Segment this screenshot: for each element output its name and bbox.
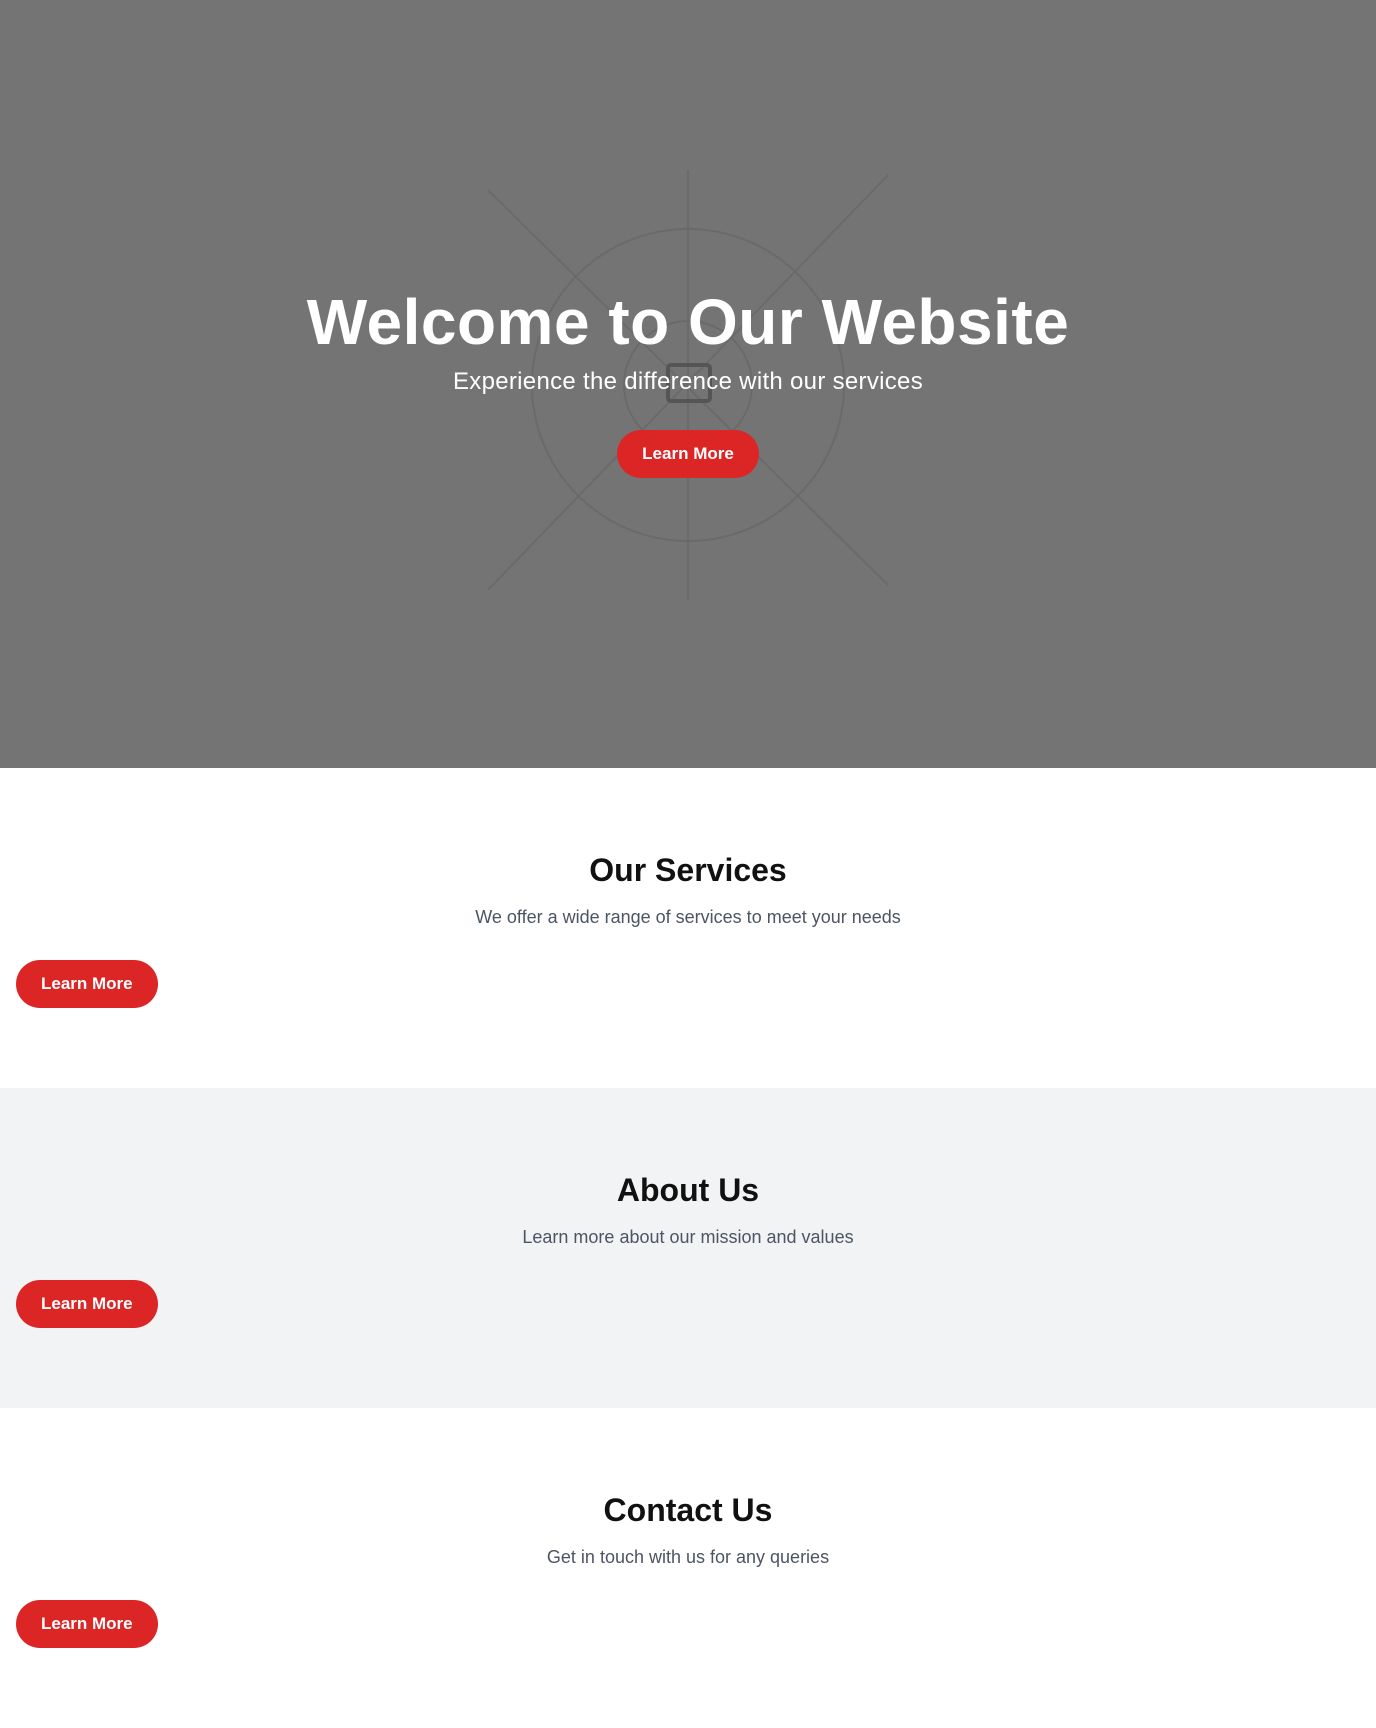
hero-section: Welcome to Our Website Experience the di…	[0, 0, 1376, 768]
about-section: About Us Learn more about our mission an…	[0, 1088, 1376, 1408]
about-description: Learn more about our mission and values	[522, 1227, 854, 1247]
contact-description: Get in touch with us for any queries	[546, 1547, 830, 1567]
services-description: We offer a wide range of services to mee…	[475, 907, 901, 927]
hero-subtitle: Experience the difference with our servi…	[452, 368, 924, 395]
services-section: Our Services We offer a wide range of se…	[0, 768, 1376, 1088]
contact-section: Contact Us Get in touch with us for any …	[0, 1408, 1376, 1728]
about-title: About Us	[616, 1172, 760, 1208]
contact-learn-more-button[interactable]: Learn More	[16, 1600, 158, 1648]
hero-learn-more-button[interactable]: Learn More	[617, 430, 759, 478]
services-title: Our Services	[589, 852, 787, 888]
contact-title: Contact Us	[603, 1492, 773, 1528]
hero-content: Welcome to Our Website Experience the di…	[0, 286, 1376, 478]
hero-title: Welcome to Our Website	[306, 286, 1070, 358]
services-learn-more-button[interactable]: Learn More	[16, 960, 158, 1008]
about-learn-more-button[interactable]: Learn More	[16, 1280, 158, 1328]
